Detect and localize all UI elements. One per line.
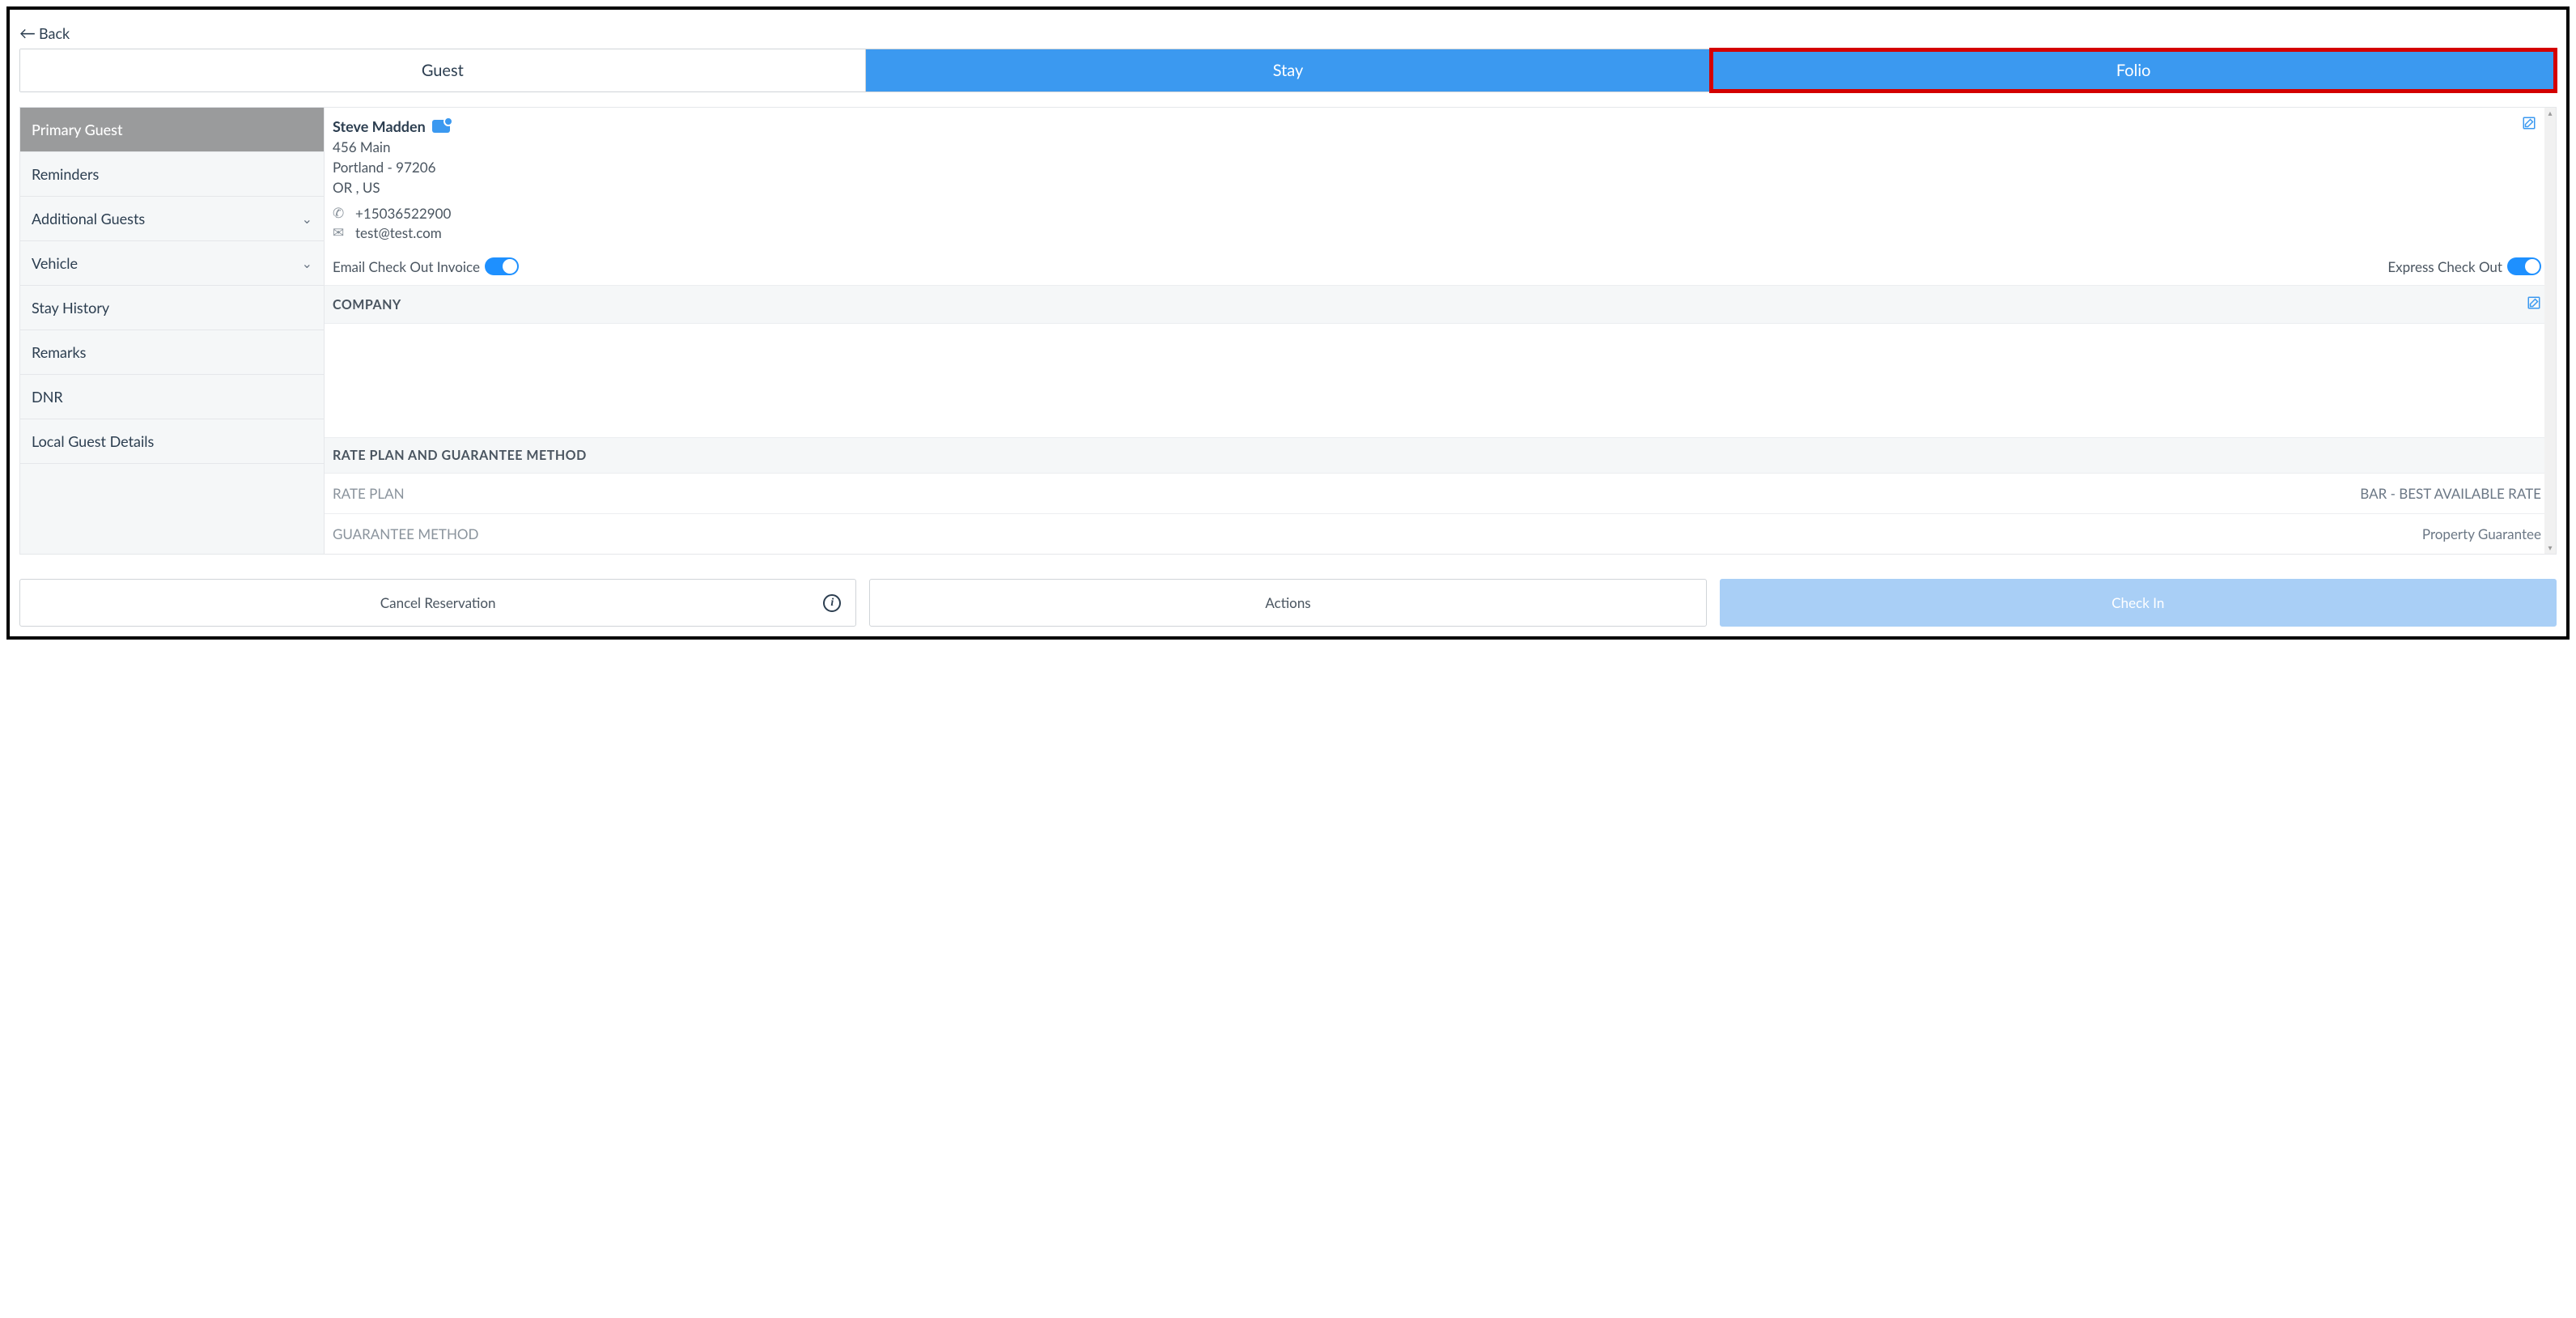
main-panel: Steve Madden 456 Main Portland - 97206 O…: [325, 108, 2556, 554]
edit-guest-icon[interactable]: [2522, 116, 2536, 134]
back-link[interactable]: ← Back: [19, 24, 2557, 42]
guarantee-value: Property Guarantee: [2422, 525, 2541, 542]
chevron-down-icon: ⌄: [302, 211, 312, 227]
sidebar-item-label: Remarks: [32, 343, 86, 361]
phone-value: +15036522900: [355, 205, 451, 222]
sidebar-item-label: Additional Guests: [32, 210, 145, 227]
sidebar-item-vehicle[interactable]: Vehicle ⌄: [20, 241, 324, 286]
footer-buttons: Cancel Reservation i Actions Check In: [19, 579, 2557, 627]
email-checkout-toggle[interactable]: [485, 257, 519, 275]
chevron-down-icon: ⌄: [302, 256, 312, 271]
button-label: Cancel Reservation: [380, 594, 496, 611]
email-value: test@test.com: [355, 224, 442, 241]
sidebar-item-reminders[interactable]: Reminders: [20, 152, 324, 197]
address-line-1: 456 Main: [333, 138, 2541, 155]
rate-plan-label: RATE PLAN: [333, 485, 405, 502]
scrollbar[interactable]: ▴ ▾: [2544, 108, 2556, 554]
sidebar: Primary Guest Reminders Additional Guest…: [20, 108, 325, 554]
phone-row: ✆ +15036522900: [333, 204, 2541, 222]
tab-folio[interactable]: Folio: [1711, 49, 2556, 91]
cancel-reservation-button[interactable]: Cancel Reservation i: [19, 579, 856, 627]
express-checkout-group: Express Check Out: [2387, 257, 2541, 275]
company-section-header: COMPANY: [325, 285, 2556, 324]
phone-icon: ✆: [333, 204, 347, 222]
company-body: [325, 324, 2556, 437]
button-label: Check In: [2111, 594, 2164, 611]
express-checkout-label: Express Check Out: [2387, 258, 2502, 275]
back-label: Back: [39, 24, 70, 42]
tab-guest[interactable]: Guest: [20, 49, 866, 91]
arrow-left-icon: ←: [19, 25, 36, 41]
tab-stay[interactable]: Stay: [866, 49, 1712, 91]
guest-card-icon[interactable]: [432, 120, 450, 133]
info-icon[interactable]: i: [823, 594, 841, 612]
body-area: Primary Guest Reminders Additional Guest…: [19, 107, 2557, 555]
sidebar-item-local-guest-details[interactable]: Local Guest Details: [20, 419, 324, 464]
guest-name: Steve Madden: [333, 117, 426, 135]
sidebar-item-label: Primary Guest: [32, 121, 123, 138]
toggle-row: Email Check Out Invoice Express Check Ou…: [325, 249, 2556, 285]
mail-icon: ✉: [333, 223, 347, 241]
check-in-button[interactable]: Check In: [1720, 579, 2557, 627]
rate-plan-heading: RATE PLAN AND GUARANTEE METHOD: [333, 448, 587, 463]
rate-plan-row: RATE PLAN BAR - BEST AVAILABLE RATE: [325, 474, 2556, 514]
address-line-2: Portland - 97206: [333, 159, 2541, 176]
sidebar-item-primary-guest[interactable]: Primary Guest: [20, 108, 324, 152]
email-row: ✉ test@test.com: [333, 223, 2541, 241]
email-checkout-group: Email Check Out Invoice: [333, 257, 519, 275]
express-checkout-toggle[interactable]: [2507, 257, 2541, 275]
guest-name-row: Steve Madden: [333, 117, 450, 135]
guarantee-label: GUARANTEE METHOD: [333, 525, 478, 542]
scroll-up-icon[interactable]: ▴: [2544, 108, 2556, 119]
tab-label: Guest: [422, 61, 464, 80]
sidebar-item-label: Reminders: [32, 165, 99, 183]
email-checkout-label: Email Check Out Invoice: [333, 258, 480, 275]
tab-bar: Guest Stay Folio: [19, 49, 2557, 92]
sidebar-item-additional-guests[interactable]: Additional Guests ⌄: [20, 197, 324, 241]
company-heading: COMPANY: [333, 297, 401, 312]
sidebar-item-label: Stay History: [32, 299, 109, 317]
actions-button[interactable]: Actions: [869, 579, 1706, 627]
sidebar-item-label: Local Guest Details: [32, 432, 154, 450]
pencil-icon: [2522, 116, 2536, 130]
guarantee-row: GUARANTEE METHOD Property Guarantee: [325, 514, 2556, 554]
edit-company-icon[interactable]: [2527, 295, 2541, 313]
address-line-3: OR , US: [333, 179, 2541, 196]
scroll-down-icon[interactable]: ▾: [2544, 542, 2556, 554]
sidebar-item-stay-history[interactable]: Stay History: [20, 286, 324, 330]
sidebar-item-remarks[interactable]: Remarks: [20, 330, 324, 375]
rate-plan-value: BAR - BEST AVAILABLE RATE: [2360, 485, 2541, 502]
sidebar-item-label: DNR: [32, 388, 63, 406]
reservation-frame: ← Back Guest Stay Folio Primary Guest Re…: [6, 6, 2570, 640]
rate-plan-section-header: RATE PLAN AND GUARANTEE METHOD: [325, 437, 2556, 474]
guest-header: Steve Madden 456 Main Portland - 97206 O…: [325, 108, 2556, 249]
sidebar-item-label: Vehicle: [32, 254, 78, 272]
tab-label: Folio: [2116, 61, 2151, 80]
button-label: Actions: [1265, 594, 1310, 611]
sidebar-item-dnr[interactable]: DNR: [20, 375, 324, 419]
pencil-icon: [2527, 295, 2541, 310]
tab-label: Stay: [1273, 61, 1304, 80]
